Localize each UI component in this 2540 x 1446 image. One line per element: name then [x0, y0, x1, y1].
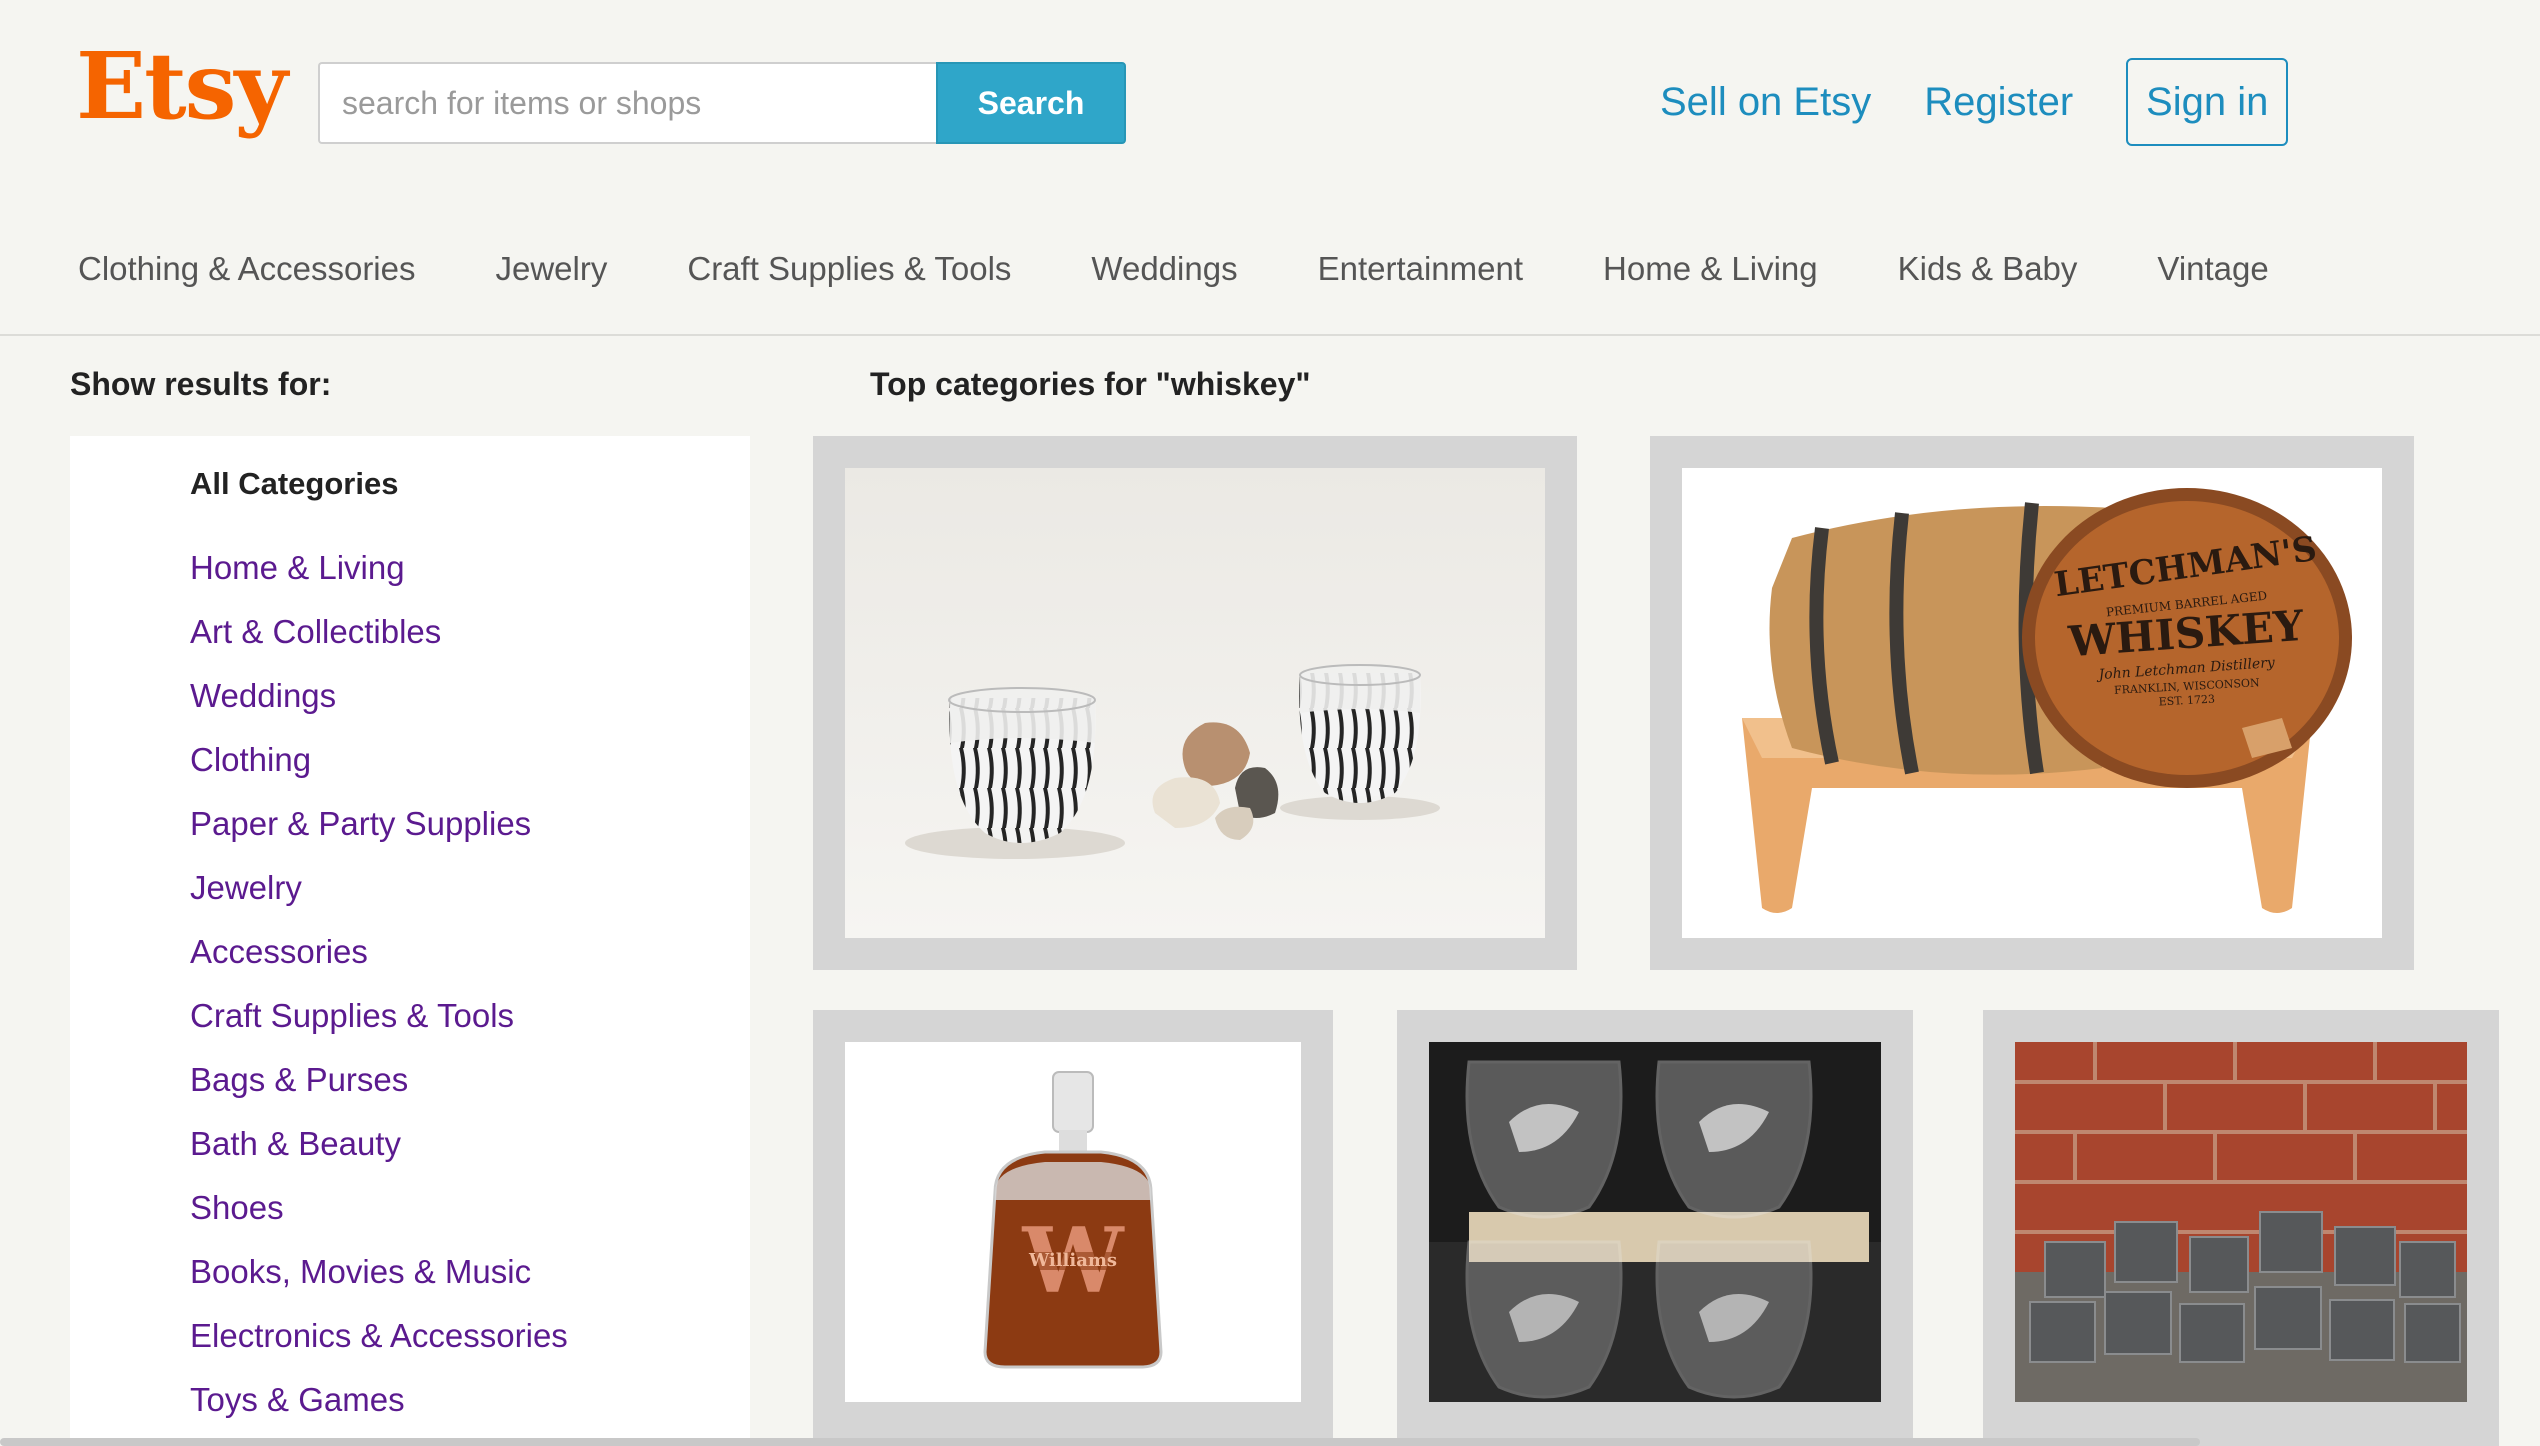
nav-item-home-living[interactable]: Home & Living [1603, 250, 1818, 288]
account-links: Sell on Etsy Register Sign in [1660, 58, 2289, 146]
search-input[interactable] [318, 62, 936, 144]
category-link-shoes[interactable]: Shoes [190, 1184, 568, 1248]
category-filter-panel: All Categories Home & Living Art & Colle… [70, 436, 750, 1446]
nav-item-weddings[interactable]: Weddings [1091, 250, 1237, 288]
category-link-accessories[interactable]: Accessories [190, 928, 568, 992]
nav-item-craft-supplies[interactable]: Craft Supplies & Tools [687, 250, 1011, 288]
category-link-toys-games[interactable]: Toys & Games [190, 1376, 568, 1440]
category-link-weddings[interactable]: Weddings [190, 672, 568, 736]
category-card-art-collectibles[interactable]: LETCHMAN'S PREMIUM BARREL AGED WHISKEY J… [1650, 436, 2414, 970]
category-link-craft-supplies[interactable]: Craft Supplies & Tools [190, 992, 568, 1056]
category-card-paper-party[interactable] [1983, 1010, 2499, 1446]
sell-on-etsy-link[interactable]: Sell on Etsy [1660, 80, 1871, 125]
sidebar-heading: Show results for: [70, 366, 332, 402]
whiskey-stones-image [2015, 1042, 2467, 1402]
zebra-glasses-image [845, 468, 1545, 938]
category-link-art-collectibles[interactable]: Art & Collectibles [190, 608, 568, 672]
nav-item-vintage[interactable]: Vintage [2157, 250, 2268, 288]
category-card-home-living[interactable] [813, 436, 1577, 970]
category-link-bags-purses[interactable]: Bags & Purses [190, 1056, 568, 1120]
sign-in-button[interactable]: Sign in [2126, 58, 2289, 146]
category-link-paper-party[interactable]: Paper & Party Supplies [190, 800, 568, 864]
category-link-bath-beauty[interactable]: Bath & Beauty [190, 1120, 568, 1184]
category-nav: Clothing & Accessories Jewelry Craft Sup… [78, 250, 2349, 288]
whiskey-barrel-image: LETCHMAN'S PREMIUM BARREL AGED WHISKEY J… [1682, 468, 2382, 938]
etched-glasses-image [1429, 1042, 1881, 1402]
category-link-electronics[interactable]: Electronics & Accessories [190, 1312, 568, 1376]
nav-item-clothing-accessories[interactable]: Clothing & Accessories [78, 250, 416, 288]
nav-divider [0, 334, 2540, 336]
category-link-home-living[interactable]: Home & Living [190, 544, 568, 608]
search-button[interactable]: Search [936, 62, 1126, 144]
search-bar: Search [318, 62, 1126, 144]
etsy-logo[interactable]: Etsy [76, 40, 288, 132]
category-card-clothing[interactable] [1397, 1010, 1913, 1446]
category-link-jewelry[interactable]: Jewelry [190, 864, 568, 928]
category-list: Home & Living Art & Collectibles Wedding… [190, 544, 568, 1440]
decanter-image: W Williams [845, 1042, 1301, 1402]
category-card-weddings[interactable]: W Williams [813, 1010, 1333, 1446]
horizontal-scrollbar[interactable] [0, 1438, 2200, 1446]
decanter-name-text: Williams [1028, 1250, 1117, 1271]
nav-item-kids-baby[interactable]: Kids & Baby [1898, 250, 2078, 288]
nav-item-entertainment[interactable]: Entertainment [1318, 250, 1523, 288]
register-link[interactable]: Register [1924, 80, 2073, 125]
top-categories-title: Top categories for "whiskey" [870, 366, 1311, 402]
category-link-books-movies-music[interactable]: Books, Movies & Music [190, 1248, 568, 1312]
nav-item-jewelry[interactable]: Jewelry [496, 250, 608, 288]
category-link-clothing[interactable]: Clothing [190, 736, 568, 800]
all-categories-label[interactable]: All Categories [190, 466, 398, 502]
